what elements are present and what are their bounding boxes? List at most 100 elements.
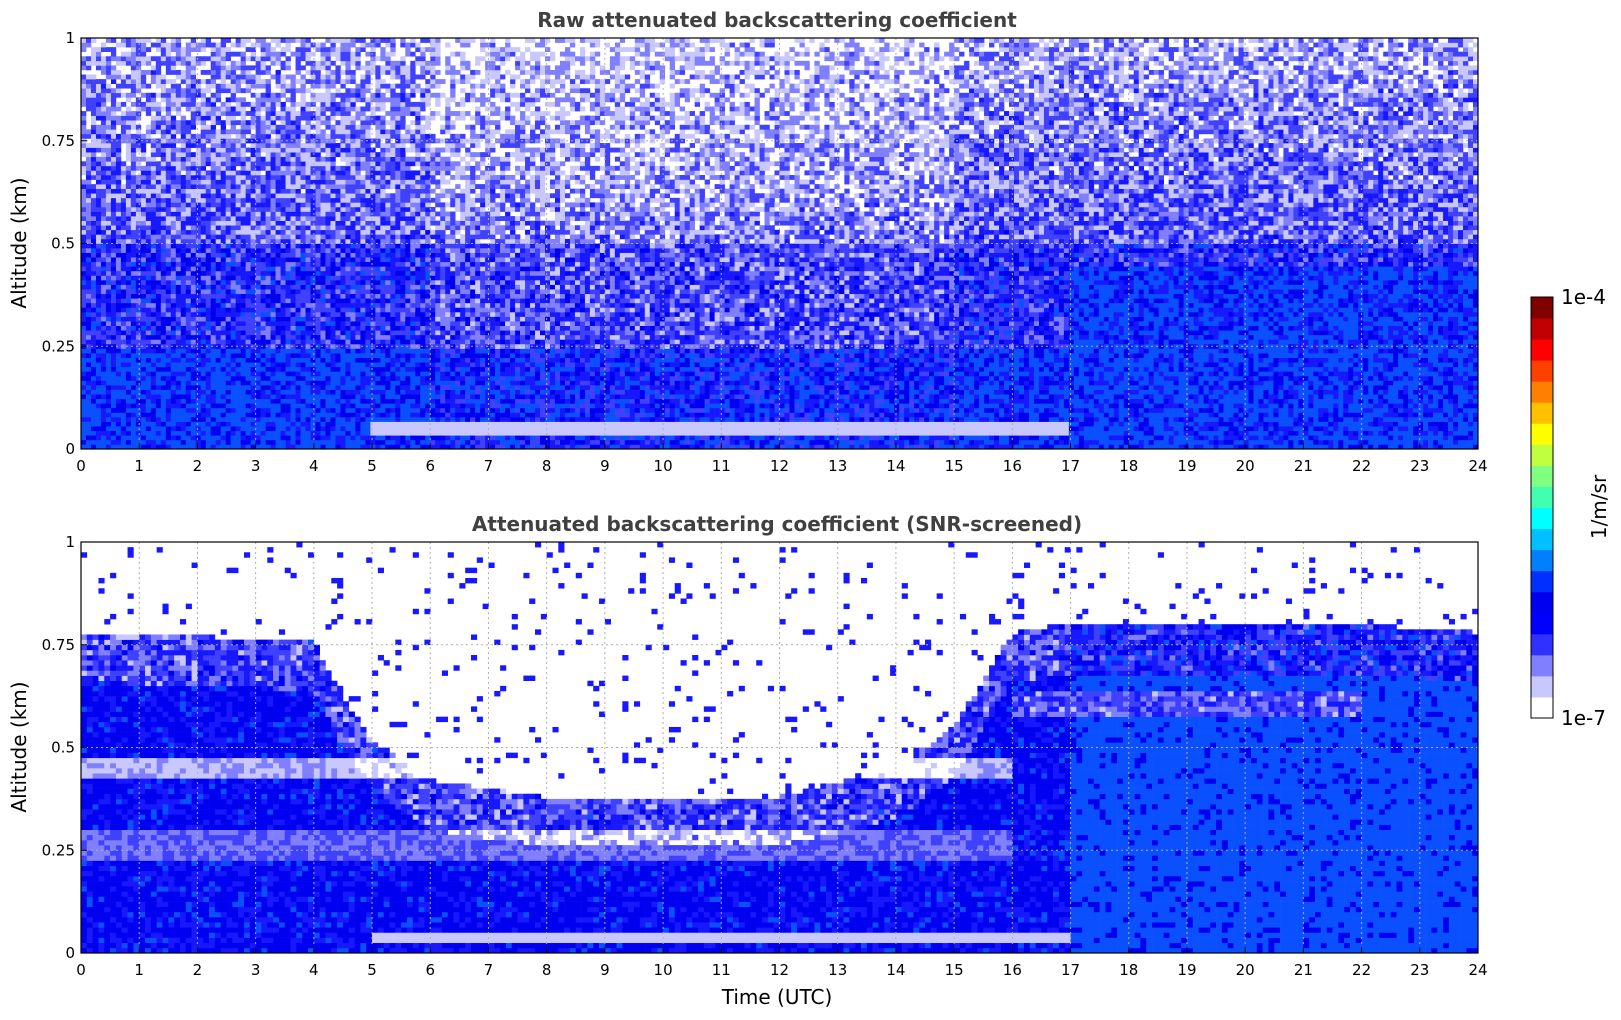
heatmap-cell	[190, 124, 197, 130]
heatmap-cell	[225, 321, 231, 326]
heatmap-cell	[210, 133, 217, 139]
heatmap-cell	[305, 175, 311, 180]
heatmap-cell	[305, 366, 311, 372]
heatmap-cell	[100, 156, 107, 162]
heatmap-cell	[225, 106, 231, 112]
heatmap-cell	[365, 412, 371, 418]
heatmap-cell	[205, 302, 212, 308]
heatmap-cell	[95, 60, 102, 66]
heatmap-cell	[135, 321, 142, 326]
heatmap-cell	[160, 298, 167, 304]
heatmap-cell	[90, 430, 97, 436]
heatmap-cell	[210, 115, 217, 121]
heatmap-cell	[215, 257, 221, 263]
heatmap-cell	[200, 152, 207, 158]
heatmap-cell	[150, 156, 157, 162]
heatmap-cell	[175, 248, 182, 253]
heatmap-cell	[85, 348, 92, 354]
heatmap-cell	[81, 79, 87, 84]
heatmap-cell	[195, 403, 202, 409]
heatmap-cell	[360, 248, 366, 253]
heatmap-cell	[205, 129, 212, 135]
heatmap-cell	[270, 266, 276, 272]
heatmap-cell	[85, 42, 92, 48]
heatmap-cell	[285, 147, 291, 153]
heatmap-cell	[325, 193, 331, 199]
heatmap-cell	[130, 83, 137, 89]
heatmap-cell	[240, 353, 246, 358]
heatmap-cell	[350, 124, 356, 130]
heatmap-cell	[290, 439, 296, 445]
heatmap-cell	[265, 193, 271, 199]
heatmap-cell	[115, 184, 122, 189]
heatmap-cell	[245, 165, 251, 171]
heatmap-cell	[290, 225, 296, 231]
heatmap-cell	[160, 312, 167, 317]
heatmap-cell	[255, 161, 261, 167]
heatmap-cell	[120, 234, 127, 240]
heatmap-cell	[330, 206, 336, 212]
heatmap-cell	[205, 152, 212, 158]
heatmap-cell	[85, 152, 92, 158]
heatmap-cell	[195, 42, 202, 48]
heatmap-cell	[205, 435, 212, 441]
heatmap-cell	[230, 229, 236, 235]
heatmap-cell	[175, 211, 182, 217]
heatmap-cell	[205, 398, 212, 404]
heatmap-cell	[240, 430, 246, 436]
heatmap-cell	[190, 65, 197, 71]
heatmap-cell	[165, 88, 172, 94]
heatmap-cell	[245, 220, 251, 226]
heatmap-cell	[360, 284, 366, 290]
heatmap-cell	[330, 115, 336, 121]
heatmap-cell	[300, 389, 306, 395]
heatmap-cell	[225, 120, 231, 126]
heatmap-cell	[315, 380, 321, 386]
heatmap-cell	[320, 60, 326, 66]
heatmap-cell	[265, 69, 271, 75]
heatmap-cell	[355, 302, 361, 308]
heatmap-cell	[175, 124, 182, 130]
heatmap-cell	[235, 51, 241, 57]
heatmap-cell	[170, 161, 177, 167]
heatmap-cell	[150, 257, 157, 263]
heatmap-cell	[340, 321, 346, 326]
heatmap-cell	[240, 56, 246, 62]
heatmap-cell	[260, 234, 266, 240]
heatmap-cell	[330, 403, 336, 409]
heatmap-cell	[355, 366, 361, 372]
heatmap-cell	[310, 184, 316, 189]
heatmap-cell	[145, 321, 152, 326]
heatmap-cell	[365, 357, 371, 363]
heatmap-cell	[155, 334, 162, 340]
heatmap-cell	[245, 312, 251, 317]
heatmap-cell	[255, 257, 261, 263]
heatmap-cell	[90, 270, 97, 276]
heatmap-cell	[155, 261, 162, 267]
heatmap-cell	[185, 439, 192, 445]
heatmap-cell	[325, 88, 331, 94]
heatmap-cell	[365, 60, 371, 66]
heatmap-cell	[260, 430, 266, 436]
heatmap-cell	[195, 321, 202, 326]
heatmap-cell	[270, 234, 276, 240]
heatmap-cell	[155, 165, 162, 171]
heatmap-cell	[135, 252, 142, 258]
heatmap-cell	[215, 193, 221, 199]
heatmap-cell	[360, 330, 366, 336]
heatmap-cell	[225, 348, 231, 354]
heatmap-cell	[270, 330, 276, 336]
heatmap-cell	[130, 248, 137, 253]
heatmap-cell	[255, 83, 261, 89]
heatmap-cell	[110, 302, 117, 308]
heatmap-cell	[195, 412, 202, 418]
heatmap-cell	[235, 394, 241, 400]
heatmap-cell	[190, 161, 197, 167]
heatmap-cell	[345, 65, 351, 71]
heatmap-cell	[280, 348, 286, 354]
heatmap-cell	[260, 366, 266, 372]
heatmap-cell	[180, 211, 187, 217]
heatmap-cell	[115, 147, 122, 153]
heatmap-cell	[125, 156, 132, 162]
heatmap-cell	[295, 234, 301, 240]
